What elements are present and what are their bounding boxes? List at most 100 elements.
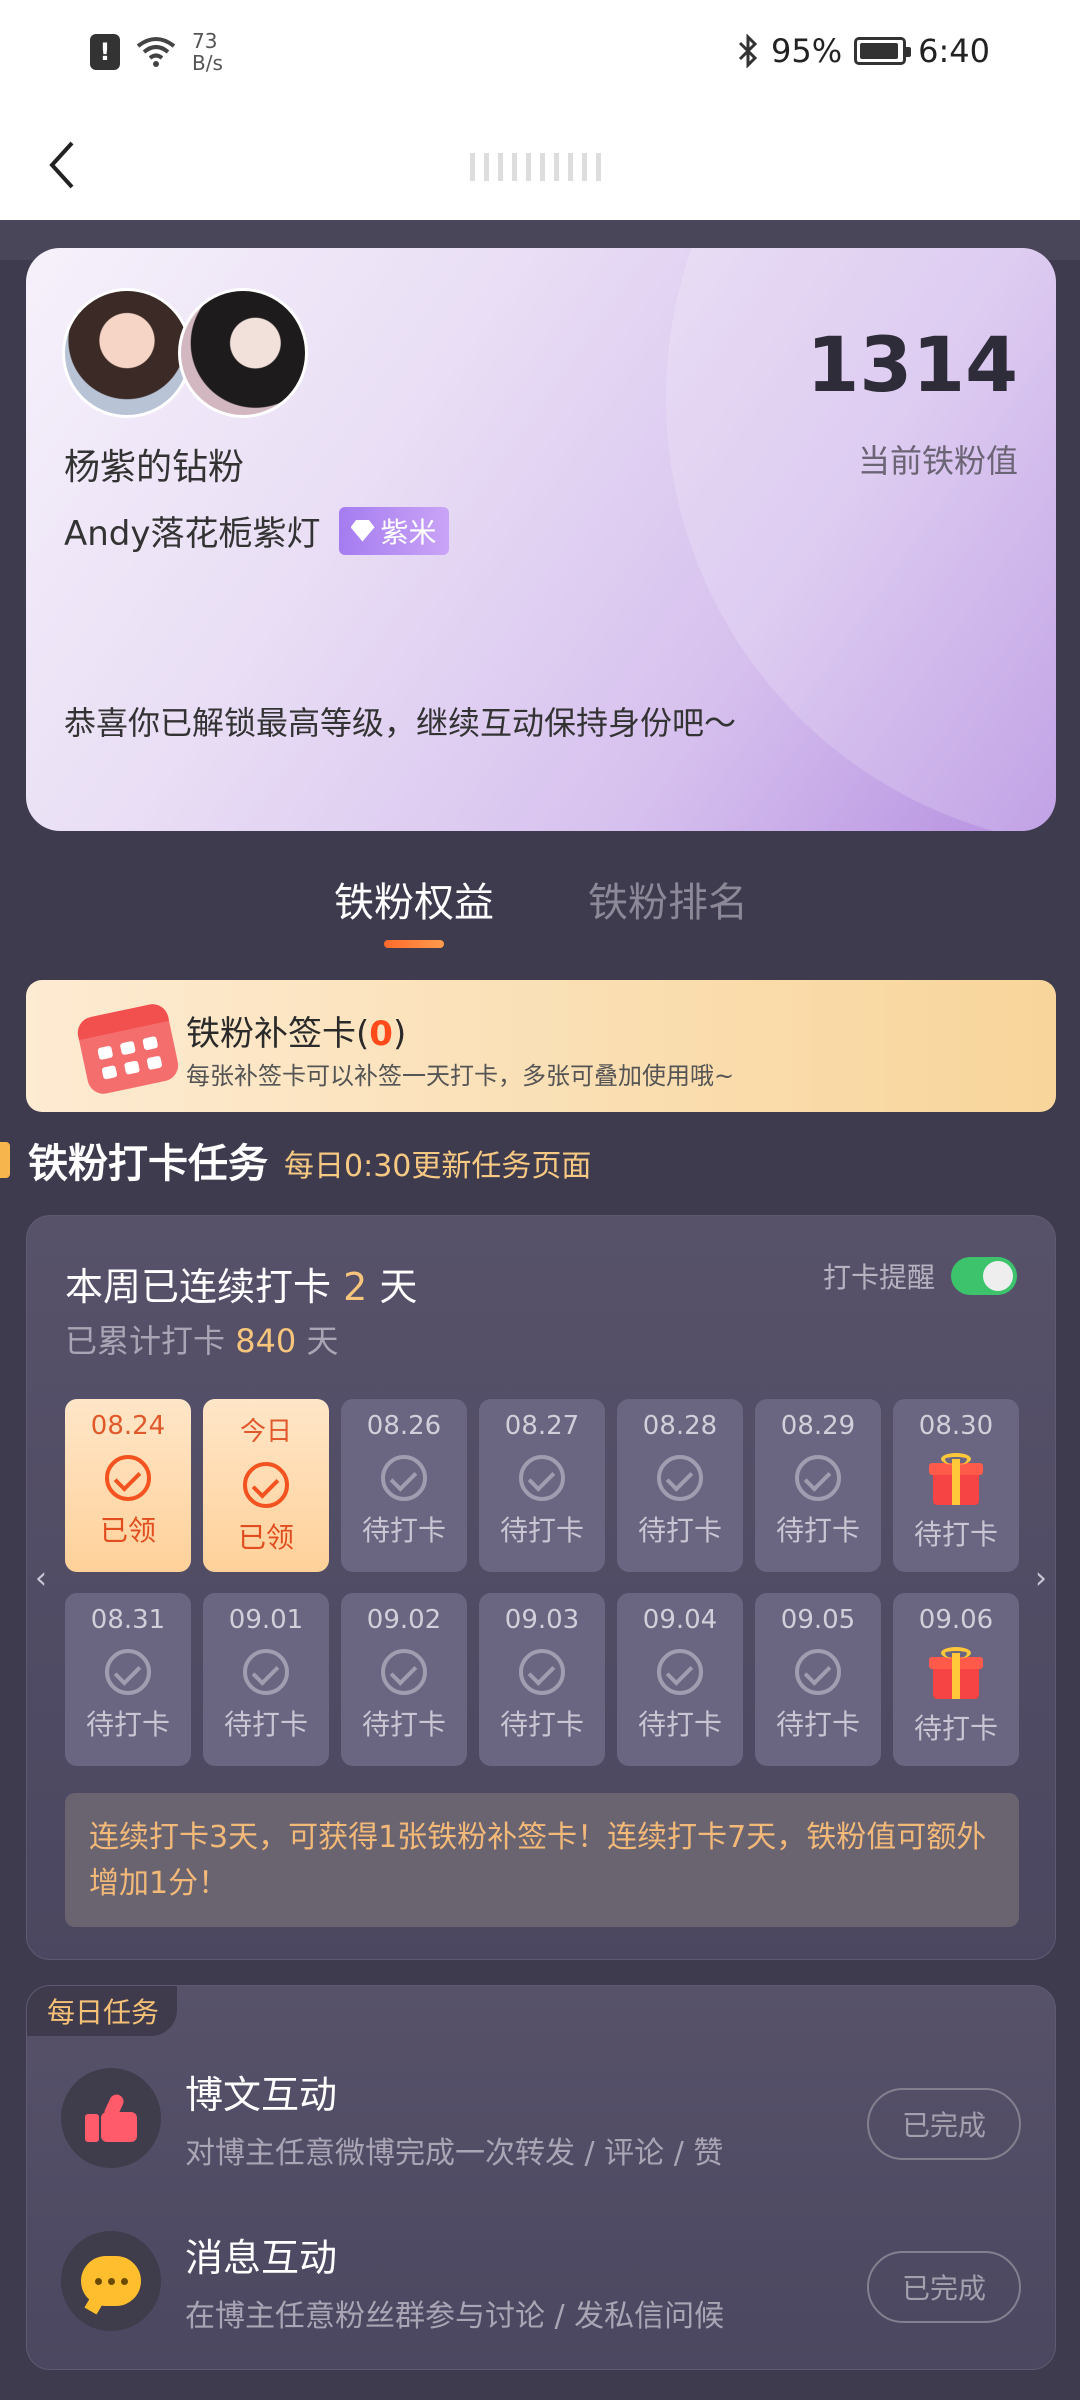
task-desc: 在博主任意粉丝群参与讨论 / 发私信问候 xyxy=(185,2299,725,2334)
page-title-redacted xyxy=(470,150,630,184)
total-checkin-text: 已累计打卡 840 天 xyxy=(65,1322,339,1360)
fan-score-label: 当前铁粉值 xyxy=(857,442,1018,480)
diamond-icon xyxy=(350,519,375,542)
checkin-day-date: 09.03 xyxy=(504,1605,580,1635)
checkin-day-date: 09.01 xyxy=(228,1605,304,1635)
makeup-card-title: 铁粉补签卡 xyxy=(186,1014,356,1054)
reminder-toggle[interactable] xyxy=(951,1257,1017,1295)
checkin-day-date: 08.26 xyxy=(366,1411,442,1441)
check-circle-icon xyxy=(795,1455,841,1501)
checkin-day-status: 待打卡 xyxy=(499,1708,584,1741)
section-accent-bar xyxy=(0,1142,10,1178)
checkin-day-status: 待打卡 xyxy=(637,1514,722,1547)
makeup-card-count: 0 xyxy=(369,1014,393,1054)
makeup-card-banner[interactable]: 铁粉补签卡(0) 每张补签卡可以补签一天打卡，多张可叠加使用哦~ xyxy=(26,980,1056,1112)
makeup-card-desc: 每张补签卡可以补签一天打卡，多张可叠加使用哦~ xyxy=(186,1062,735,1090)
check-circle-icon xyxy=(657,1649,703,1695)
nav-bar xyxy=(0,110,1080,220)
daily-tasks-tag: 每日任务 xyxy=(27,1986,178,2036)
checkin-day-status: 待打卡 xyxy=(85,1708,170,1741)
task-message-interaction: 消息互动 在博主任意粉丝群参与讨论 / 发私信问候 已完成 xyxy=(27,2199,1055,2349)
checkin-section-title: 铁粉打卡任务 xyxy=(28,1141,268,1187)
tab-benefits[interactable]: 铁粉权益 xyxy=(334,870,494,928)
tab-bar: 铁粉权益 铁粉排名 xyxy=(0,860,1080,950)
fan-score: 1314 xyxy=(806,320,1018,409)
check-circle-icon xyxy=(105,1455,151,1501)
prev-week-arrow[interactable]: ‹ xyxy=(35,1561,47,1596)
checkin-day-status: 待打卡 xyxy=(637,1708,722,1741)
checkin-day-date: 09.05 xyxy=(780,1605,856,1635)
streak-text: 本周已连续打卡 2 天 xyxy=(65,1265,418,1309)
username: Andy落花栀紫灯 xyxy=(64,514,321,554)
chat-bubble-icon xyxy=(61,2231,161,2331)
congrats-message: 恭喜你已解锁最高等级，继续互动保持身份吧～ xyxy=(64,704,737,742)
fan-level-title: 杨紫的钻粉 xyxy=(64,447,245,488)
network-speed: 73 B/s xyxy=(192,29,223,75)
checkin-section-header: 铁粉打卡任务 每日0:30更新任务页面 xyxy=(0,1135,592,1187)
checkin-day-status: 待打卡 xyxy=(775,1514,860,1547)
gift-icon xyxy=(929,1453,983,1505)
next-week-arrow[interactable]: › xyxy=(1035,1561,1047,1596)
task-status-button[interactable]: 已完成 xyxy=(867,2251,1021,2323)
check-circle-icon xyxy=(519,1649,565,1695)
reminder-label: 打卡提醒 xyxy=(822,1261,935,1294)
clock: 6:40 xyxy=(918,32,990,70)
check-circle-icon xyxy=(519,1455,565,1501)
checkin-day[interactable]: 09.05 待打卡 xyxy=(755,1593,881,1766)
checkin-day-status: 待打卡 xyxy=(223,1708,308,1741)
checkin-day-date: 08.31 xyxy=(90,1605,166,1635)
checkin-day[interactable]: 09.01 待打卡 xyxy=(203,1593,329,1766)
checkin-day[interactable]: 09.04 待打卡 xyxy=(617,1593,743,1766)
user-avatar[interactable] xyxy=(178,288,308,418)
checkin-day[interactable]: 08.31 待打卡 xyxy=(65,1593,191,1766)
thumbs-up-icon xyxy=(61,2068,161,2168)
checkin-day-date: 08.24 xyxy=(90,1411,166,1441)
checkin-day[interactable]: 09.03 待打卡 xyxy=(479,1593,605,1766)
checkin-section-subtitle: 每日0:30更新任务页面 xyxy=(284,1149,592,1184)
checkin-day-date: 09.04 xyxy=(642,1605,718,1635)
checkin-day-status: 待打卡 xyxy=(499,1514,584,1547)
checkin-day-date: 08.27 xyxy=(504,1411,580,1441)
checkin-day-status: 待打卡 xyxy=(361,1514,446,1547)
checkin-day-date: 08.30 xyxy=(918,1411,994,1441)
checkin-day-date: 今日 xyxy=(239,1417,292,1447)
checkin-day-status: 已领 xyxy=(237,1521,294,1554)
bluetooth-icon xyxy=(738,34,758,68)
battery-icon xyxy=(854,37,912,65)
back-arrow-icon xyxy=(49,141,74,189)
checkin-day[interactable]: 09.02 待打卡 xyxy=(341,1593,467,1766)
calendar-icon xyxy=(74,1001,182,1097)
tab-indicator xyxy=(384,940,444,948)
checkin-day-status: 待打卡 xyxy=(775,1708,860,1741)
checkin-day[interactable]: 08.26 待打卡 xyxy=(341,1399,467,1572)
fan-badge: 紫米 xyxy=(338,506,449,555)
checkin-day-status: 待打卡 xyxy=(913,1712,998,1745)
back-button[interactable] xyxy=(26,130,96,200)
profile-card: 杨紫的钻粉 Andy落花栀紫灯 紫米 1314 当前铁粉值 恭喜你已解锁最高等级… xyxy=(26,248,1056,831)
checkin-day-status: 待打卡 xyxy=(913,1518,998,1551)
checkin-day[interactable]: 08.28 待打卡 xyxy=(617,1399,743,1572)
checkin-day-date: 09.06 xyxy=(918,1605,994,1635)
check-circle-icon xyxy=(657,1455,703,1501)
task-desc: 对博主任意微博完成一次转发 / 评论 / 赞 xyxy=(185,2136,724,2171)
check-circle-icon xyxy=(795,1649,841,1695)
check-circle-icon xyxy=(381,1649,427,1695)
checkin-day[interactable]: 今日 已领 xyxy=(203,1399,329,1572)
checkin-day[interactable]: 08.24 已领 xyxy=(65,1399,191,1572)
wifi-icon xyxy=(136,37,176,67)
checkin-card: 本周已连续打卡 2 天 已累计打卡 840 天 打卡提醒 08.24 已领 今日 已领… xyxy=(26,1215,1056,1960)
tab-ranking[interactable]: 铁粉排名 xyxy=(588,870,748,928)
task-status-button[interactable]: 已完成 xyxy=(867,2088,1021,2160)
checkin-day[interactable]: 08.29 待打卡 xyxy=(755,1399,881,1572)
daily-tasks-card: 每日任务 博文互动 对博主任意微博完成一次转发 / 评论 / 赞 已完成 消息互… xyxy=(26,1985,1056,2370)
check-circle-icon xyxy=(105,1649,151,1695)
checkin-day[interactable]: 08.27 待打卡 xyxy=(479,1399,605,1572)
checkin-day-status: 已领 xyxy=(99,1514,156,1547)
alert-icon: ! xyxy=(90,34,120,70)
idol-avatar[interactable] xyxy=(62,288,192,418)
task-post-interaction: 博文互动 对博主任意微博完成一次转发 / 评论 / 赞 已完成 xyxy=(27,2036,1055,2186)
checkin-day[interactable]: 08.30 待打卡 xyxy=(893,1399,1019,1572)
checkin-day[interactable]: 09.06 待打卡 xyxy=(893,1593,1019,1766)
checkin-reward-note: 连续打卡3天，可获得1张铁粉补签卡！连续打卡7天，铁粉值可额外增加1分！ xyxy=(65,1793,1019,1927)
check-circle-icon xyxy=(243,1462,289,1508)
